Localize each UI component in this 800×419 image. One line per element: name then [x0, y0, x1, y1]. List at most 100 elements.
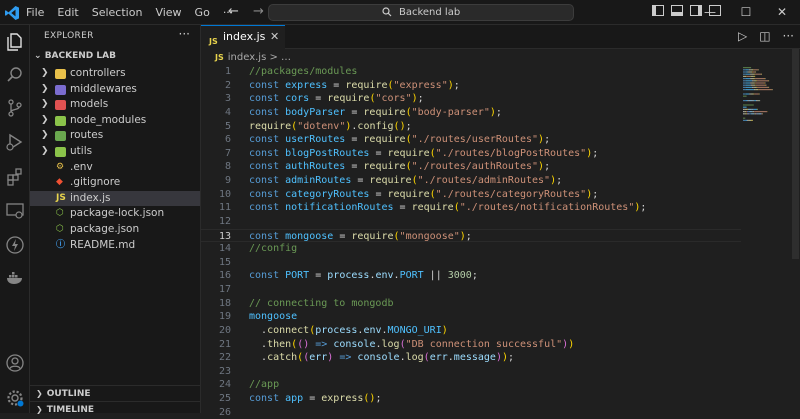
run-file-icon[interactable]: ▷ — [738, 29, 747, 43]
code-line[interactable]: 11const notificationRoutes = require("./… — [201, 201, 741, 215]
explorer-files-icon[interactable] — [5, 32, 25, 52]
code-line[interactable]: 8const authRoutes = require("./routes/au… — [201, 160, 741, 174]
code-line[interactable]: 12 — [201, 215, 741, 229]
explorer-more-actions[interactable]: ··· — [179, 27, 190, 41]
timeline-section[interactable]: ❯TIMELINE — [30, 401, 200, 418]
command-center-search[interactable]: Backend lab — [268, 4, 574, 21]
code-token: . — [249, 339, 267, 350]
docker-icon[interactable] — [5, 268, 25, 288]
split-editor-icon[interactable]: ◫ — [759, 29, 770, 43]
search-view-icon[interactable] — [5, 65, 25, 85]
tree-file[interactable]: ⚙.env — [30, 160, 200, 176]
line-source: const userRoutes = require("./routes/use… — [249, 133, 550, 147]
tree-file[interactable]: ⬡package-lock.json — [30, 206, 200, 222]
code-line[interactable]: 19mongoose — [201, 310, 741, 324]
minimap-token — [755, 89, 758, 90]
remote-explorer-icon[interactable] — [5, 201, 25, 221]
code-token: const — [249, 107, 285, 118]
forward-arrow-icon[interactable]: → — [253, 4, 264, 19]
javascript-file-icon: JS — [215, 53, 224, 62]
minimap-token — [750, 82, 751, 83]
menu-view[interactable]: View — [155, 6, 181, 19]
source-control-icon[interactable] — [5, 98, 25, 118]
tab-index-js[interactable]: JS index.js ✕ — [201, 25, 285, 49]
close-window-button[interactable]: ✕ — [764, 0, 800, 25]
code-token: => — [333, 352, 357, 363]
code-line[interactable]: 7const blogPostRoutes = require("./route… — [201, 147, 741, 161]
breadcrumb-separator[interactable]: > … — [269, 52, 291, 63]
close-tab-icon[interactable]: ✕ — [270, 26, 279, 48]
code-line[interactable]: 24//app — [201, 378, 741, 392]
code-token: require — [363, 134, 405, 145]
manage-gear-icon[interactable] — [5, 388, 25, 408]
code-line[interactable]: 18// connecting to mongodb — [201, 297, 741, 311]
tree-folder[interactable]: ❯models — [30, 97, 200, 113]
minimap-token — [744, 111, 746, 112]
code-line[interactable]: 23 — [201, 365, 741, 379]
tree-file[interactable]: JSindex.js — [30, 191, 200, 207]
code-token: catch — [267, 352, 297, 363]
menu-file[interactable]: File — [26, 6, 44, 19]
toggle-primary-sidebar-icon[interactable] — [652, 5, 664, 16]
maximize-button[interactable]: ☐ — [728, 0, 764, 25]
code-line[interactable]: 21 .then(() => console.log("DB connectio… — [201, 338, 741, 352]
tree-file[interactable]: ⓘREADME.md — [30, 238, 200, 254]
code-token: //app — [249, 379, 279, 390]
run-debug-icon[interactable] — [5, 132, 25, 152]
code-line[interactable]: 20 .connect(process.env.MONGO_URI) — [201, 324, 741, 338]
minimap-token — [746, 82, 751, 83]
minimap-token — [746, 85, 751, 86]
tree-folder[interactable]: ❯middlewares — [30, 82, 200, 98]
code-line[interactable]: 5require("dotenv").config(); — [201, 120, 741, 134]
minimap-token — [752, 71, 755, 72]
menu-edit[interactable]: Edit — [57, 6, 78, 19]
code-line[interactable]: 13const mongoose = require("mongoose"); — [201, 229, 741, 243]
tree-folder[interactable]: ❯utils — [30, 144, 200, 160]
tree-folder[interactable]: ❯routes — [30, 128, 200, 144]
folder-icon — [55, 85, 66, 95]
account-icon[interactable] — [5, 353, 25, 373]
code-line[interactable]: 9const adminRoutes = require("./routes/a… — [201, 174, 741, 188]
minimap-token — [755, 82, 764, 83]
code-line[interactable]: 6const userRoutes = require("./routes/us… — [201, 133, 741, 147]
toggle-panel-icon[interactable] — [671, 5, 683, 16]
vscode-logo-icon[interactable] — [4, 5, 20, 21]
code-line[interactable]: 2const express = require("express"); — [201, 79, 741, 93]
back-arrow-icon[interactable]: ← — [228, 4, 239, 19]
minimize-button[interactable]: — — [692, 0, 728, 25]
code-line[interactable]: 1//packages/modules — [201, 65, 741, 79]
code-line[interactable]: 17 — [201, 283, 741, 297]
minimap-token — [757, 87, 768, 88]
code-line[interactable]: 3const cors = require("cors"); — [201, 92, 741, 106]
editor-more-icon[interactable]: ··· — [783, 29, 794, 43]
minimap-token — [747, 111, 748, 112]
minimap[interactable] — [741, 65, 781, 145]
tree-file[interactable]: ◆.gitignore — [30, 175, 200, 191]
outline-section[interactable]: ❯OUTLINE — [30, 385, 200, 402]
file-type-icon: ◆ — [56, 175, 63, 191]
minimap-token — [746, 69, 749, 70]
code-token: ; — [544, 161, 550, 172]
minimap-token — [752, 82, 755, 83]
tree-item-label: middlewares — [70, 82, 137, 98]
code-editor[interactable]: 1//packages/modules2const express = requ… — [201, 65, 741, 419]
code-line[interactable]: 25const app = express(); — [201, 392, 741, 406]
extensions-icon[interactable] — [5, 167, 25, 187]
code-line[interactable]: 15 — [201, 256, 741, 270]
code-line[interactable]: 26 — [201, 406, 741, 419]
code-line[interactable]: 14//config — [201, 242, 741, 256]
tree-file[interactable]: ⬡package.json — [30, 222, 200, 238]
code-line[interactable]: 22 .catch((err) => console.log(err.messa… — [201, 351, 741, 365]
workspace-root[interactable]: ⌄ BACKEND LAB — [34, 51, 116, 61]
thunder-client-icon[interactable] — [5, 235, 25, 255]
tree-folder[interactable]: ❯controllers — [30, 66, 200, 82]
code-line[interactable]: 10const categoryRoutes = require("./rout… — [201, 188, 741, 202]
code-line[interactable]: 4const bodyParser = require("body-parser… — [201, 106, 741, 120]
code-line[interactable]: 16const PORT = process.env.PORT || 3000; — [201, 269, 741, 283]
editor-scrollbar[interactable] — [790, 49, 800, 413]
tree-folder[interactable]: ❯node_modules — [30, 113, 200, 129]
menu-selection[interactable]: Selection — [92, 6, 143, 19]
menu-go[interactable]: Go — [195, 6, 210, 19]
minimap-token — [743, 69, 746, 70]
breadcrumb-file[interactable]: index.js — [228, 52, 267, 63]
